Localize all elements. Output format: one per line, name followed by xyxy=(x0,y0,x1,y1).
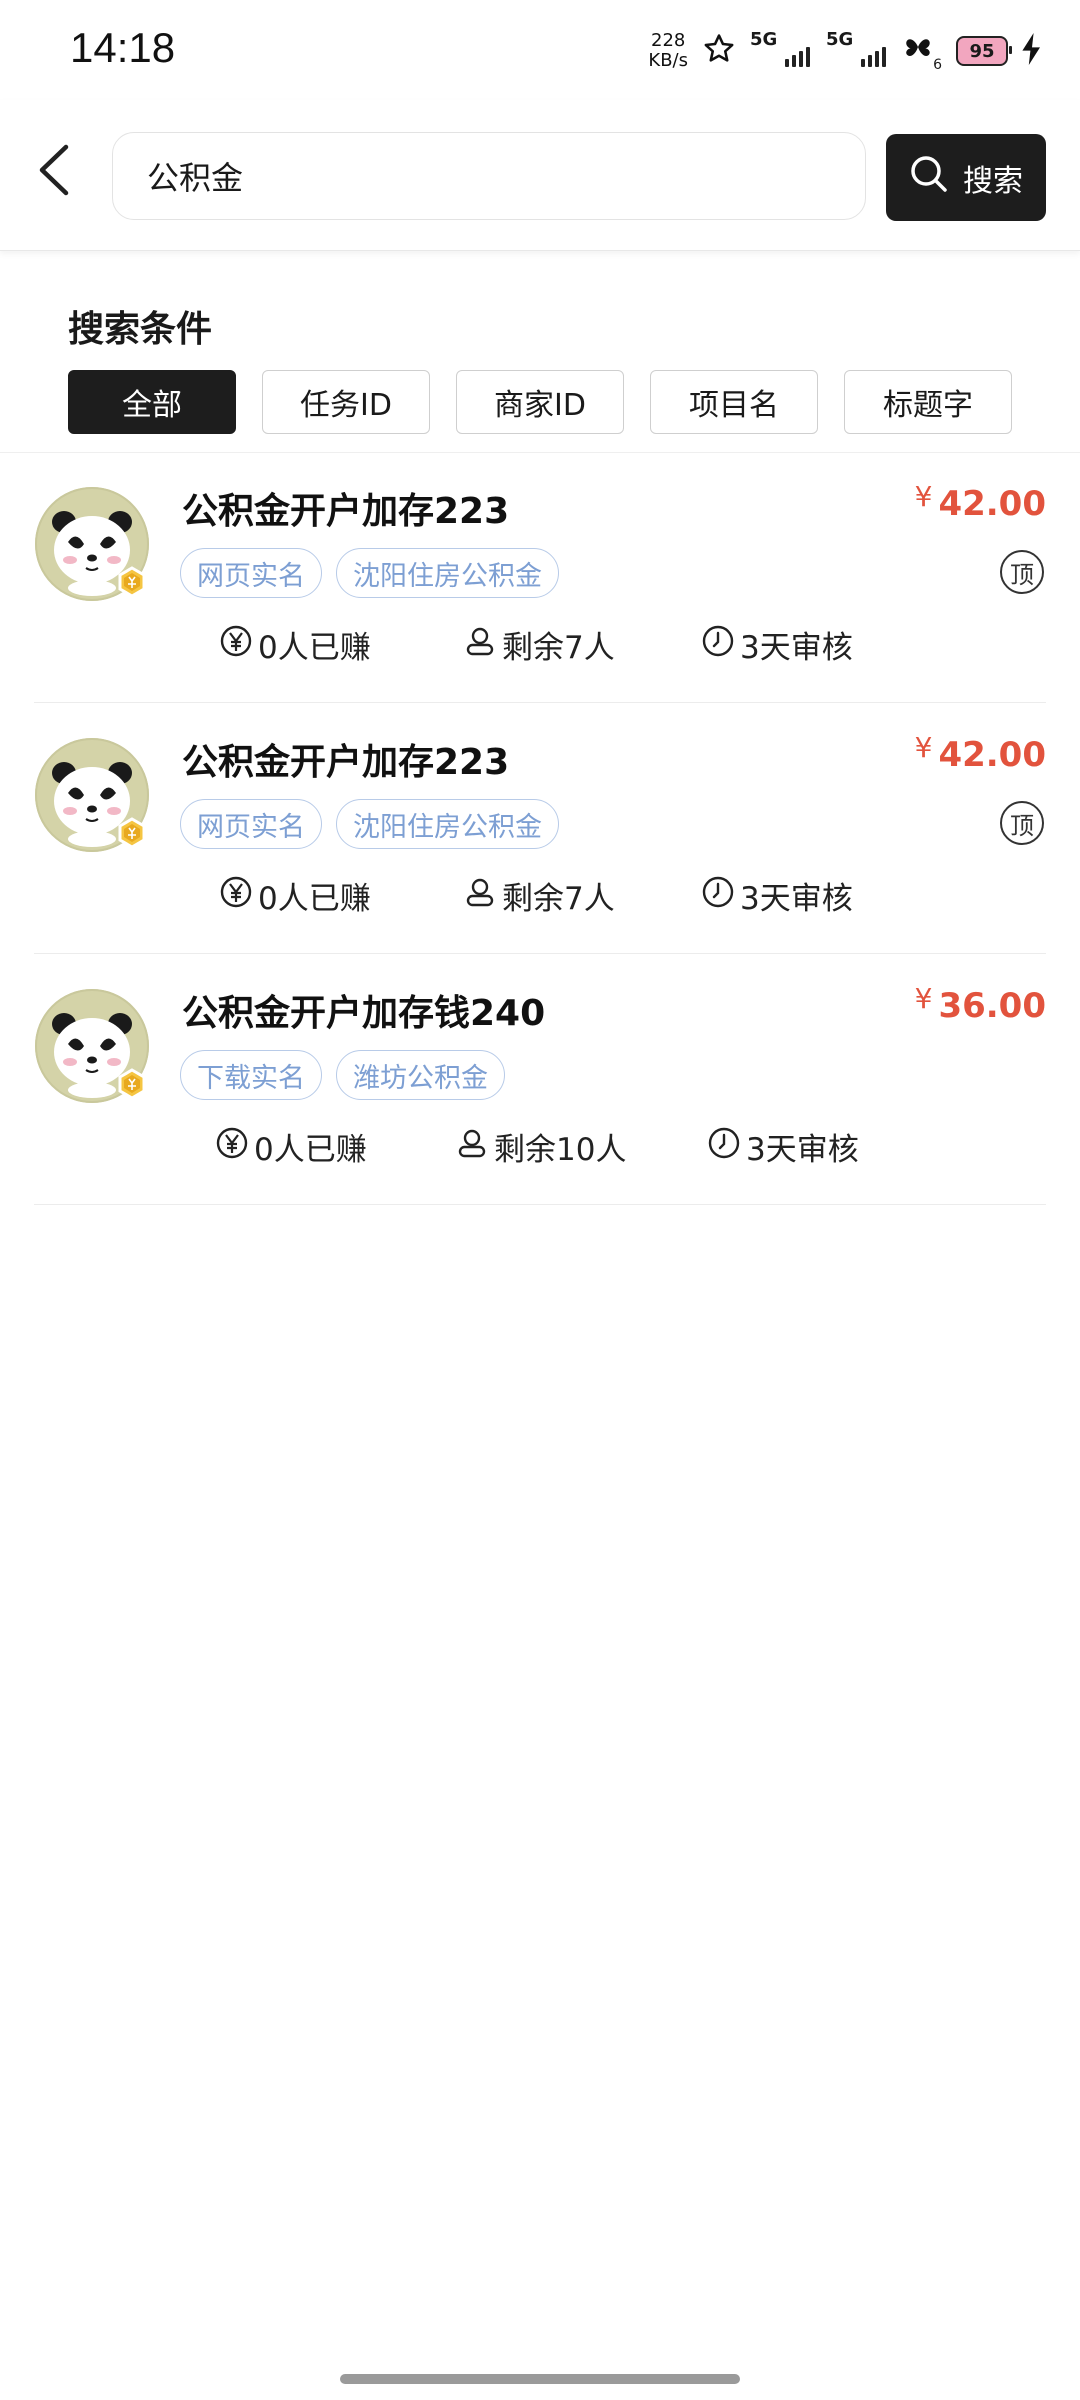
price-value: 42.00 xyxy=(938,735,1046,775)
sim2-label: 5G xyxy=(826,29,854,50)
review-text: 3天审核 xyxy=(746,1132,859,1168)
pinned-badge: 顶 xyxy=(1000,550,1044,594)
task-tag: 网页实名 xyxy=(180,799,322,849)
task-card[interactable]: 公积金开户加存钱240 下载实名 潍坊公积金 ¥ 36.00 0人已赚 剩余10… xyxy=(33,954,1046,1205)
earned-count: 0人已赚 xyxy=(220,622,371,667)
battery-icon: 95 xyxy=(956,36,1012,66)
remaining-count: 剩余7人 xyxy=(464,873,615,918)
remaining-text: 剩余10人 xyxy=(494,1132,627,1168)
task-tag: 下载实名 xyxy=(180,1050,322,1100)
review-period: 3天审核 xyxy=(702,622,853,667)
task-card[interactable]: 公积金开户加存223 网页实名 沈阳住房公积金 ¥ 42.00 顶 0人已赚 剩… xyxy=(33,452,1046,703)
yen-circle-icon xyxy=(220,876,252,916)
search-button-label: 搜索 xyxy=(963,163,1023,199)
task-tags: 网页实名 沈阳住房公积金 xyxy=(180,799,559,849)
remaining-text: 剩余7人 xyxy=(502,881,615,917)
signal-sim2-icon: 5G xyxy=(826,29,888,73)
panda-avatar-icon xyxy=(33,736,151,854)
filter-chip-merchant-id[interactable]: 商家ID xyxy=(456,370,624,434)
review-period: 3天审核 xyxy=(702,873,853,918)
earned-count: 0人已赚 xyxy=(220,873,371,918)
person-icon xyxy=(456,1127,488,1167)
filter-chip-title-keyword[interactable]: 标题字 xyxy=(844,370,1012,434)
filter-chip-task-id[interactable]: 任务ID xyxy=(262,370,430,434)
review-text: 3天审核 xyxy=(740,881,853,917)
task-tag: 沈阳住房公积金 xyxy=(336,799,559,849)
sim1-label: 5G xyxy=(750,29,778,50)
status-icons: 228 KB/s 5G 5G 6 95 xyxy=(648,24,1042,78)
bluetooth-device-icon: 6 xyxy=(902,31,942,73)
task-card[interactable]: 公积金开户加存223 网页实名 沈阳住房公积金 ¥ 42.00 顶 0人已赚 剩… xyxy=(33,703,1046,954)
back-button[interactable] xyxy=(24,142,84,202)
earned-text: 0人已赚 xyxy=(254,1132,367,1168)
signal-sim1-icon: 5G xyxy=(750,29,812,73)
filter-section-title: 搜索条件 xyxy=(68,309,213,350)
task-price: ¥ 42.00 xyxy=(915,480,1046,524)
remaining-text: 剩余7人 xyxy=(502,630,615,666)
currency-symbol: ¥ xyxy=(914,982,933,1015)
search-icon xyxy=(909,154,949,202)
battery-level: 95 xyxy=(969,40,995,62)
filter-chips: 全部 任务ID 商家ID 项目名 标题字 xyxy=(68,370,1012,434)
bluetooth-device-count: 6 xyxy=(933,57,942,73)
person-icon xyxy=(464,625,496,665)
clock-icon xyxy=(702,876,734,916)
task-price: ¥ 42.00 xyxy=(915,731,1046,775)
search-button[interactable]: 搜索 xyxy=(886,134,1046,221)
network-speed-value: 228 xyxy=(651,30,686,51)
panda-avatar-icon xyxy=(33,987,151,1105)
review-period: 3天审核 xyxy=(708,1124,859,1169)
search-input[interactable] xyxy=(147,133,827,219)
filter-chip-all[interactable]: 全部 xyxy=(68,370,236,434)
task-title: 公积金开户加存223 xyxy=(182,491,510,532)
yen-circle-icon xyxy=(220,625,252,665)
earned-text: 0人已赚 xyxy=(258,881,371,917)
panda-avatar-icon xyxy=(33,485,151,603)
task-title: 公积金开户加存钱240 xyxy=(182,993,546,1034)
filter-chip-project-name[interactable]: 项目名 xyxy=(650,370,818,434)
yen-circle-icon xyxy=(216,1127,248,1167)
earned-count: 0人已赚 xyxy=(216,1124,367,1169)
remaining-count: 剩余10人 xyxy=(456,1124,626,1169)
status-time: 14:18 xyxy=(70,24,176,71)
task-list: 公积金开户加存223 网页实名 沈阳住房公积金 ¥ 42.00 顶 0人已赚 剩… xyxy=(33,452,1046,1205)
task-tags: 下载实名 潍坊公积金 xyxy=(180,1050,505,1100)
remaining-count: 剩余7人 xyxy=(464,622,615,667)
earned-text: 0人已赚 xyxy=(258,630,371,666)
price-value: 36.00 xyxy=(938,986,1046,1026)
status-bar: 14:18 228 KB/s 5G 5G 6 95 xyxy=(0,0,1080,100)
star-icon xyxy=(702,32,736,70)
charging-icon xyxy=(1022,33,1042,69)
task-title: 公积金开户加存223 xyxy=(182,742,510,783)
review-text: 3天审核 xyxy=(740,630,853,666)
currency-symbol: ¥ xyxy=(914,731,933,764)
task-tag: 潍坊公积金 xyxy=(336,1050,505,1100)
network-speed: 228 KB/s xyxy=(648,31,688,71)
task-tag: 沈阳住房公积金 xyxy=(336,548,559,598)
network-speed-unit: KB/s xyxy=(648,50,688,71)
back-arrow-icon xyxy=(36,143,72,201)
price-value: 42.00 xyxy=(938,484,1046,524)
task-price: ¥ 36.00 xyxy=(915,982,1046,1026)
search-box[interactable] xyxy=(112,132,866,220)
task-tags: 网页实名 沈阳住房公积金 xyxy=(180,548,559,598)
currency-symbol: ¥ xyxy=(914,480,933,513)
person-icon xyxy=(464,876,496,916)
clock-icon xyxy=(702,625,734,665)
pinned-badge: 顶 xyxy=(1000,801,1044,845)
task-tag: 网页实名 xyxy=(180,548,322,598)
search-header: 搜索 xyxy=(0,100,1080,251)
clock-icon xyxy=(708,1127,740,1167)
home-indicator[interactable] xyxy=(340,2374,740,2384)
